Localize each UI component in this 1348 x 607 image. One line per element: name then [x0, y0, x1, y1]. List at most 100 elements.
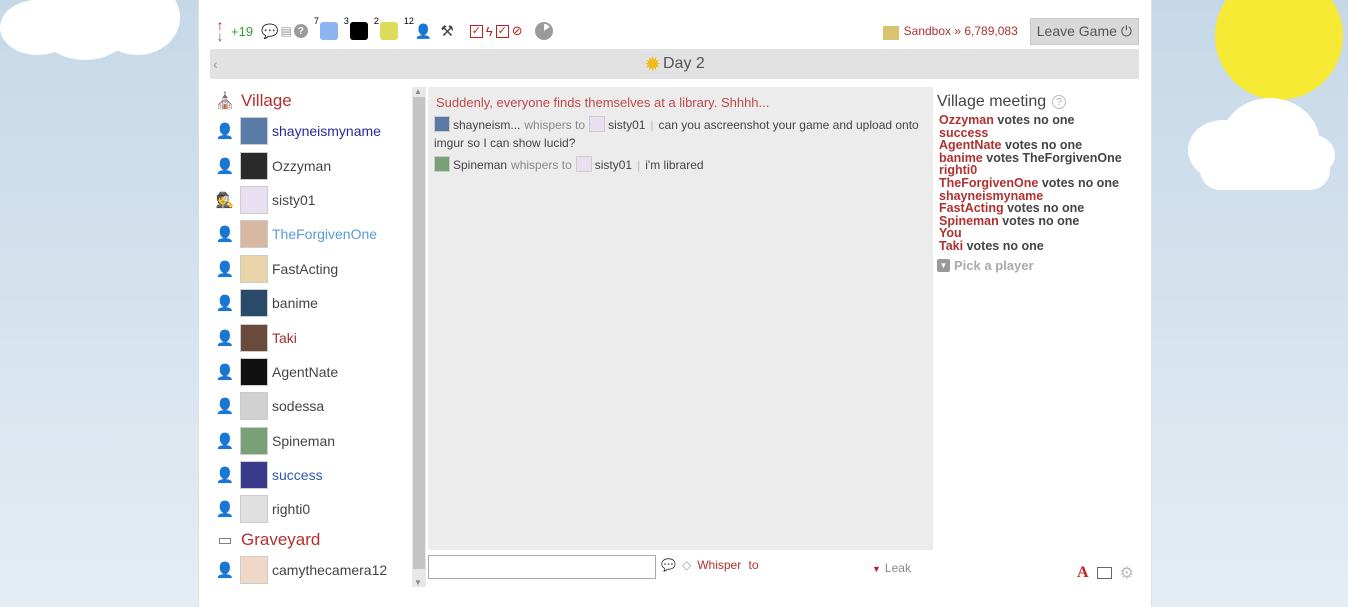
checkbox-icon[interactable]: ✓	[469, 24, 483, 38]
help-icon[interactable]: ?	[1052, 95, 1067, 109]
village-title: Village	[241, 91, 292, 110]
hidden-eye-icon[interactable]: ⊘	[512, 23, 523, 39]
lightning-icon[interactable]: ϟ	[486, 24, 493, 39]
avatar[interactable]	[240, 117, 268, 146]
player-row[interactable]: 👤 AgentNate	[215, 355, 405, 389]
avatar[interactable]	[240, 254, 268, 283]
player-name[interactable]: sodessa	[272, 398, 324, 414]
graveyard-players: 👤 camythecamera12	[215, 553, 405, 587]
player-name[interactable]: sisty01	[272, 192, 316, 208]
leave-game-button[interactable]: Leave Game ⏻	[1029, 17, 1139, 45]
pick-player-dropdown[interactable]: ▼ Pick a player	[937, 258, 1143, 273]
chat-bubble-icon[interactable]: 💬	[261, 23, 278, 40]
leak-dropdown[interactable]: ▼ Leak	[872, 561, 911, 575]
tools-icon[interactable]: ⚒	[440, 22, 453, 40]
player-row[interactable]: 👤 shayneismyname	[215, 114, 405, 148]
count-label: 3	[343, 16, 349, 26]
avatar[interactable]	[434, 156, 450, 172]
avatar[interactable]	[240, 151, 268, 180]
image-icon[interactable]	[1096, 567, 1112, 579]
sandbox-link[interactable]: Sandbox » 6,789,083	[882, 24, 1018, 40]
emote-icon[interactable]: ◇	[682, 558, 691, 572]
avatar[interactable]	[575, 156, 592, 172]
book-icon[interactable]: ▤	[281, 24, 292, 38]
player-name[interactable]: TheForgivenOne	[272, 226, 377, 242]
gear-icon[interactable]: ⚙	[1120, 563, 1134, 583]
message-list: shayneism... whispers to sisty01 | can you a…	[434, 116, 927, 174]
player-name[interactable]: camythecamera12	[272, 562, 387, 578]
scroll-up-icon[interactable]: ▲	[414, 87, 422, 96]
player-row[interactable]: 👤 success	[215, 458, 405, 492]
help-icon[interactable]: ?	[293, 24, 308, 38]
meeting-title: Village meeting ?	[937, 93, 1143, 111]
avatar[interactable]	[240, 392, 268, 421]
whisper-toggle[interactable]: Whisper to	[697, 558, 758, 572]
player-name[interactable]: banime	[272, 295, 318, 311]
player-name[interactable]: FastActing	[272, 261, 338, 277]
player-row[interactable]: 👤 sodessa	[215, 389, 405, 423]
blue-square-icon[interactable]	[319, 22, 338, 40]
avatar[interactable]	[434, 116, 450, 132]
player-row[interactable]: 👤 TheForgivenOne	[215, 217, 405, 251]
message-recipient[interactable]: sisty01	[608, 118, 645, 132]
player-name[interactable]: righti0	[272, 501, 310, 517]
player-name[interactable]: shayneismyname	[272, 123, 381, 139]
avatar[interactable]	[240, 426, 268, 455]
black-square-icon[interactable]	[349, 22, 368, 40]
whisper-label: whispers to	[524, 118, 586, 132]
voter-name[interactable]: Taki	[939, 239, 963, 253]
scroll-down-icon[interactable]: ▼	[414, 578, 422, 587]
message-sender[interactable]: shayneism...	[453, 118, 520, 132]
player-row[interactable]: 👤 Spineman	[215, 424, 405, 458]
player-row[interactable]: 🕵 sisty01	[215, 183, 405, 217]
vote-action: votes no one	[966, 238, 1044, 253]
avatar[interactable]	[240, 185, 268, 214]
avatar[interactable]	[240, 495, 268, 524]
chat-input[interactable]	[428, 555, 656, 579]
person-icon: 👤	[215, 467, 235, 485]
message-sender[interactable]: Spineman	[453, 158, 507, 172]
rep-arrows-icon: ↑ ↓	[216, 17, 224, 44]
avatar[interactable]	[240, 289, 268, 318]
meeting-title-text: Village meeting	[937, 93, 1047, 110]
yellow-square-icon[interactable]	[379, 22, 398, 40]
avatar[interactable]	[240, 220, 268, 249]
sandbox-label: Sandbox » 6,789,083	[903, 24, 1018, 38]
avatar[interactable]	[589, 116, 606, 132]
people-icon[interactable]: 👤	[415, 23, 432, 40]
checkbox-icon[interactable]: ✓	[495, 24, 509, 38]
previous-day-button[interactable]: ‹	[213, 56, 218, 72]
whisper-label: whispers to	[511, 158, 572, 172]
player-name[interactable]: Taki	[272, 330, 297, 346]
avatar[interactable]	[240, 357, 268, 386]
message-recipient[interactable]: sisty01	[595, 158, 632, 172]
avatar[interactable]	[240, 461, 268, 490]
chat-message: Spineman whispers to sisty01 | i'm librared	[434, 156, 927, 174]
person-icon: 👤	[215, 363, 235, 381]
count-label: 12	[403, 16, 414, 26]
player-name[interactable]: Spineman	[272, 433, 335, 449]
player-row[interactable]: 👤 Ozzyman	[215, 148, 405, 182]
player-list: ⛪ Village 👤 shayneismyname 👤 Ozzyman 🕵 sisty0…	[215, 88, 405, 587]
system-announcement: Suddenly, everyone finds themselves at a…	[436, 95, 770, 110]
scrollbar-thumb[interactable]	[413, 97, 425, 569]
day-label: Day 2	[662, 55, 705, 72]
player-row[interactable]: 👤 Taki	[215, 320, 405, 354]
tombstone-icon: ▭	[217, 531, 233, 549]
dropdown-arrow-icon: ▼	[872, 564, 881, 574]
divider: |	[650, 118, 654, 132]
vote-row: Taki votes no one	[937, 240, 1143, 253]
player-row[interactable]: 👤 righti0	[215, 492, 405, 526]
player-row[interactable]: 👤 FastActing	[215, 252, 405, 286]
player-row[interactable]: 👤 camythecamera12	[215, 553, 405, 587]
player-name[interactable]: success	[272, 467, 323, 483]
player-list-scrollbar[interactable]: ▲ ▼	[412, 87, 426, 587]
avatar[interactable]	[240, 555, 268, 584]
speech-bubble-icon[interactable]: 💬	[661, 558, 676, 572]
avatar[interactable]	[240, 323, 268, 352]
font-icon[interactable]: A	[1077, 564, 1089, 582]
player-row[interactable]: 👤 banime	[215, 286, 405, 320]
player-name[interactable]: Ozzyman	[272, 158, 331, 174]
player-name[interactable]: AgentNate	[272, 364, 338, 380]
village-meeting-panel: Village meeting ? Ozzyman votes no one su…	[937, 93, 1143, 273]
